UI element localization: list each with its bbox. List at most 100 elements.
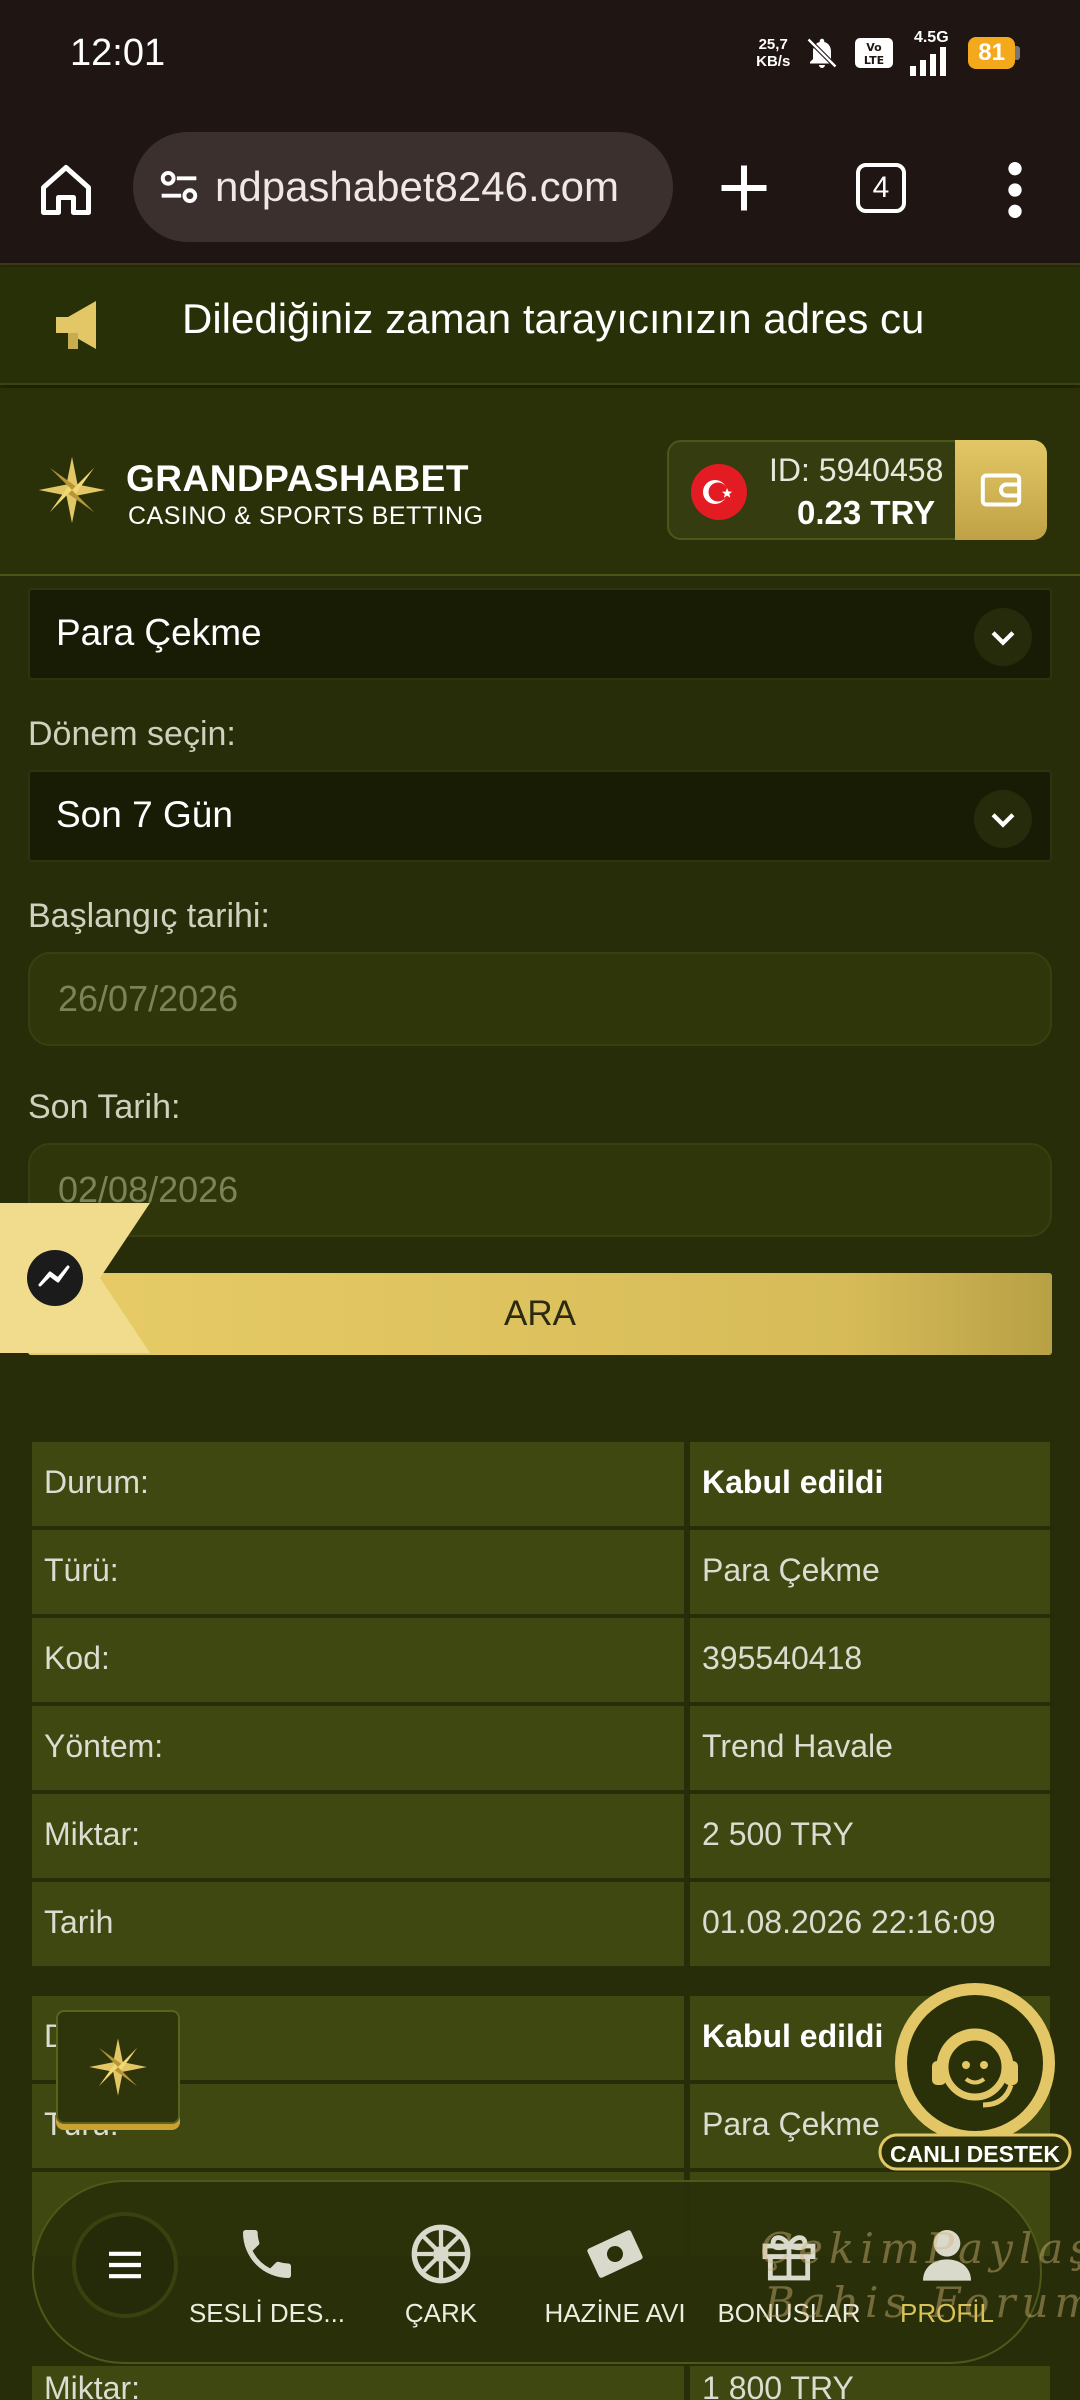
- row-value: Para Çekme: [702, 2106, 880, 2142]
- announcement-text: Dilediğiniz zaman tarayıcınızın adres cu: [182, 295, 925, 342]
- net-speed-value: 25,7: [758, 36, 788, 53]
- svg-text:LTE: LTE: [864, 54, 884, 67]
- end-date-label: Son Tarih:: [28, 1088, 181, 1126]
- row-value: 01.08.2026 22:16:09: [702, 1904, 996, 1940]
- table-row: Durum: Kabul edildi: [32, 1442, 1050, 1526]
- floating-logo-button[interactable]: [56, 2010, 180, 2124]
- period-select[interactable]: Son 7 Gün: [28, 770, 1052, 862]
- row-value: Para Çekme: [702, 1552, 880, 1588]
- chevron-down-icon: [974, 790, 1032, 848]
- overflow-menu-icon[interactable]: [1000, 158, 1030, 222]
- tab-switcher-button[interactable]: 4: [856, 163, 906, 213]
- table-row: Yöntem: Trend Havale: [32, 1706, 1050, 1790]
- hamburger-icon: [109, 2251, 141, 2279]
- watermark: ÇekimPaylaş Bahis Forum: [760, 2222, 1080, 2330]
- status-icons: 25,7 KB/s Vo LTE 4.5G 81: [756, 30, 1020, 76]
- megaphone-icon: [56, 301, 96, 349]
- live-support-label: CANLI DESTEK: [890, 2141, 1060, 2167]
- announcement-bar: Dilediğiniz zaman tarayıcınızın adres cu: [0, 267, 1080, 385]
- start-date-label: Başlangıç tarihi:: [28, 897, 270, 935]
- nav-item-voice-support[interactable]: SESLİ DES...: [182, 2222, 352, 2329]
- nav-label: ÇARK: [404, 2298, 478, 2328]
- phone-icon: [243, 2230, 291, 2278]
- new-tab-icon[interactable]: [714, 158, 774, 218]
- period-label: Dönem seçin:: [28, 715, 236, 753]
- transaction-type-value: Para Çekme: [56, 612, 262, 653]
- row-value: 1 800 TRY: [702, 2370, 854, 2400]
- account-box[interactable]: ID: 5940458 0.23 TRY: [667, 440, 1047, 540]
- row-value: Trend Havale: [702, 1728, 893, 1764]
- status-time: 12:01: [70, 32, 166, 74]
- table-cell-label: Miktar:: [32, 1794, 684, 1878]
- table-cell-label: Kod:: [32, 1618, 684, 1702]
- table-cell-label: Yöntem:: [32, 1706, 684, 1790]
- nav-label: HAZİNE AVI: [544, 2298, 686, 2328]
- turkey-flag-icon: [691, 464, 747, 520]
- nav-item-treasure-hunt[interactable]: HAZİNE AVI: [530, 2222, 700, 2329]
- site-settings-icon[interactable]: [153, 161, 205, 213]
- net-speed: 25,7 KB/s: [756, 36, 790, 70]
- row-label: Yöntem:: [44, 1728, 164, 1764]
- account-balance: 0.23 TRY: [797, 494, 936, 531]
- table-cell-label: Türü:: [32, 1530, 684, 1614]
- search-button[interactable]: ARA: [28, 1273, 1052, 1355]
- battery-group: 81: [968, 37, 1020, 69]
- watermark-line-2: Bahis Forum: [764, 2278, 1080, 2327]
- chevron-down-icon: [974, 608, 1032, 666]
- row-value: Kabul edildi: [702, 1464, 884, 1500]
- table-cell-value: 395540418: [690, 1618, 1050, 1702]
- table-row: Tarih 01.08.2026 22:16:09: [32, 1882, 1050, 1966]
- watermark-line-1: ÇekimPaylaş: [760, 2224, 1080, 2273]
- table-cell-value: 2 500 TRY: [690, 1794, 1050, 1878]
- logo-star-icon: [89, 2038, 147, 2096]
- start-date-placeholder: 26/07/2026: [58, 978, 239, 1019]
- table-cell-value: Para Çekme: [690, 1530, 1050, 1614]
- network-type: 4.5G: [913, 29, 949, 46]
- row-label: Miktar:: [44, 2370, 140, 2400]
- nav-item-wheel[interactable]: ÇARK: [356, 2222, 526, 2329]
- row-value: 2 500 TRY: [702, 1816, 854, 1852]
- messenger-tab[interactable]: [0, 1203, 150, 1353]
- row-label: Miktar:: [44, 1816, 140, 1852]
- table-cell-label: Tarih: [32, 1882, 684, 1966]
- hamburger-menu-button[interactable]: [72, 2212, 178, 2318]
- start-date-field[interactable]: 26/07/2026: [28, 952, 1052, 1046]
- url-text: ndpashabet8246.com: [215, 163, 619, 210]
- money-icon: [587, 2230, 643, 2278]
- brand-tagline: CASINO & SPORTS BETTING: [128, 502, 484, 530]
- row-label: Kod:: [44, 1640, 110, 1676]
- svg-text:Vo: Vo: [867, 41, 883, 54]
- table-cell-value: Kabul edildi: [690, 1442, 1050, 1526]
- wallet-button[interactable]: [955, 440, 1047, 540]
- table-cell-value: Trend Havale: [690, 1706, 1050, 1790]
- table-row: Türü: Para Çekme: [32, 1530, 1050, 1614]
- table-cell-label: Durum:: [32, 1442, 684, 1526]
- row-label: Tarih: [44, 1904, 114, 1940]
- status-bar: 12:01 25,7 KB/s Vo LTE 4.5G 81: [0, 0, 1080, 110]
- battery-level: 81: [968, 37, 1015, 69]
- table-cell-value: 01.08.2026 22:16:09: [690, 1882, 1050, 1966]
- site-header: GRANDPASHABET CASINO & SPORTS BETTING ID…: [0, 388, 1080, 576]
- live-support-button[interactable]: CANLI DESTEK: [870, 1975, 1080, 2175]
- mute-bell-icon: [807, 37, 838, 69]
- browser-toolbar: ndpashabet8246.com 4: [0, 110, 1080, 265]
- table-row: Miktar: 1 800 TRY: [32, 2366, 1050, 2400]
- account-id: ID: 5940458: [769, 452, 944, 488]
- brand-name: GRANDPASHABET: [126, 458, 469, 499]
- wallet-icon: [980, 473, 1022, 507]
- home-icon[interactable]: [36, 160, 96, 220]
- logo-star-icon[interactable]: [35, 453, 109, 527]
- period-value: Son 7 Gün: [56, 794, 233, 835]
- net-speed-unit: KB/s: [756, 53, 791, 70]
- end-date-field[interactable]: 02/08/2026: [28, 1143, 1052, 1237]
- row-value: Kabul edildi: [702, 2018, 884, 2054]
- row-value: 395540418: [702, 1640, 863, 1676]
- address-bar[interactable]: ndpashabet8246.com: [133, 132, 673, 242]
- signal-icon: [910, 47, 947, 76]
- table-row: Miktar: 2 500 TRY: [32, 1794, 1050, 1878]
- table-cell-value: 1 800 TRY: [690, 2366, 1050, 2400]
- table-row: Kod: 395540418: [32, 1618, 1050, 1702]
- table-cell-label: Miktar:: [32, 2366, 684, 2400]
- transaction-type-select[interactable]: Para Çekme: [28, 588, 1052, 680]
- row-label: Durum:: [44, 1464, 149, 1500]
